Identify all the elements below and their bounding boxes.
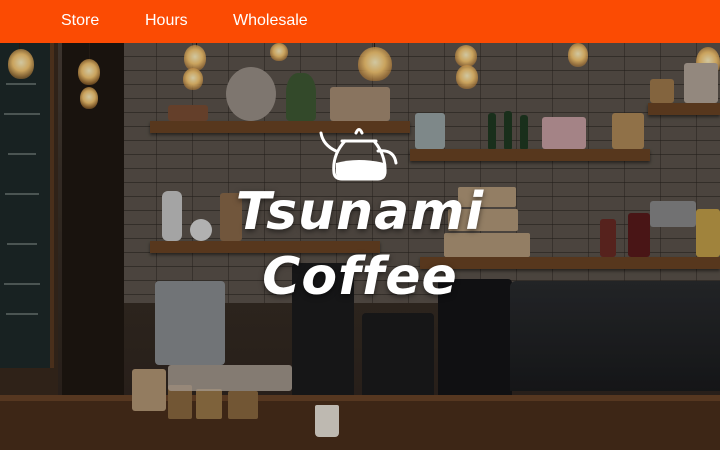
- nav-link-wholesale[interactable]: Wholesale: [233, 12, 308, 30]
- nav-link-store[interactable]: Store: [61, 12, 99, 30]
- nav-link-hours[interactable]: Hours: [145, 12, 188, 30]
- hero-background-photo: [0, 43, 720, 450]
- top-navigation-bar: Store Hours Wholesale: [0, 0, 720, 43]
- page: Store Hours Wholesale Tsunami Coffee: [0, 0, 720, 450]
- darkening-overlay: [0, 43, 720, 450]
